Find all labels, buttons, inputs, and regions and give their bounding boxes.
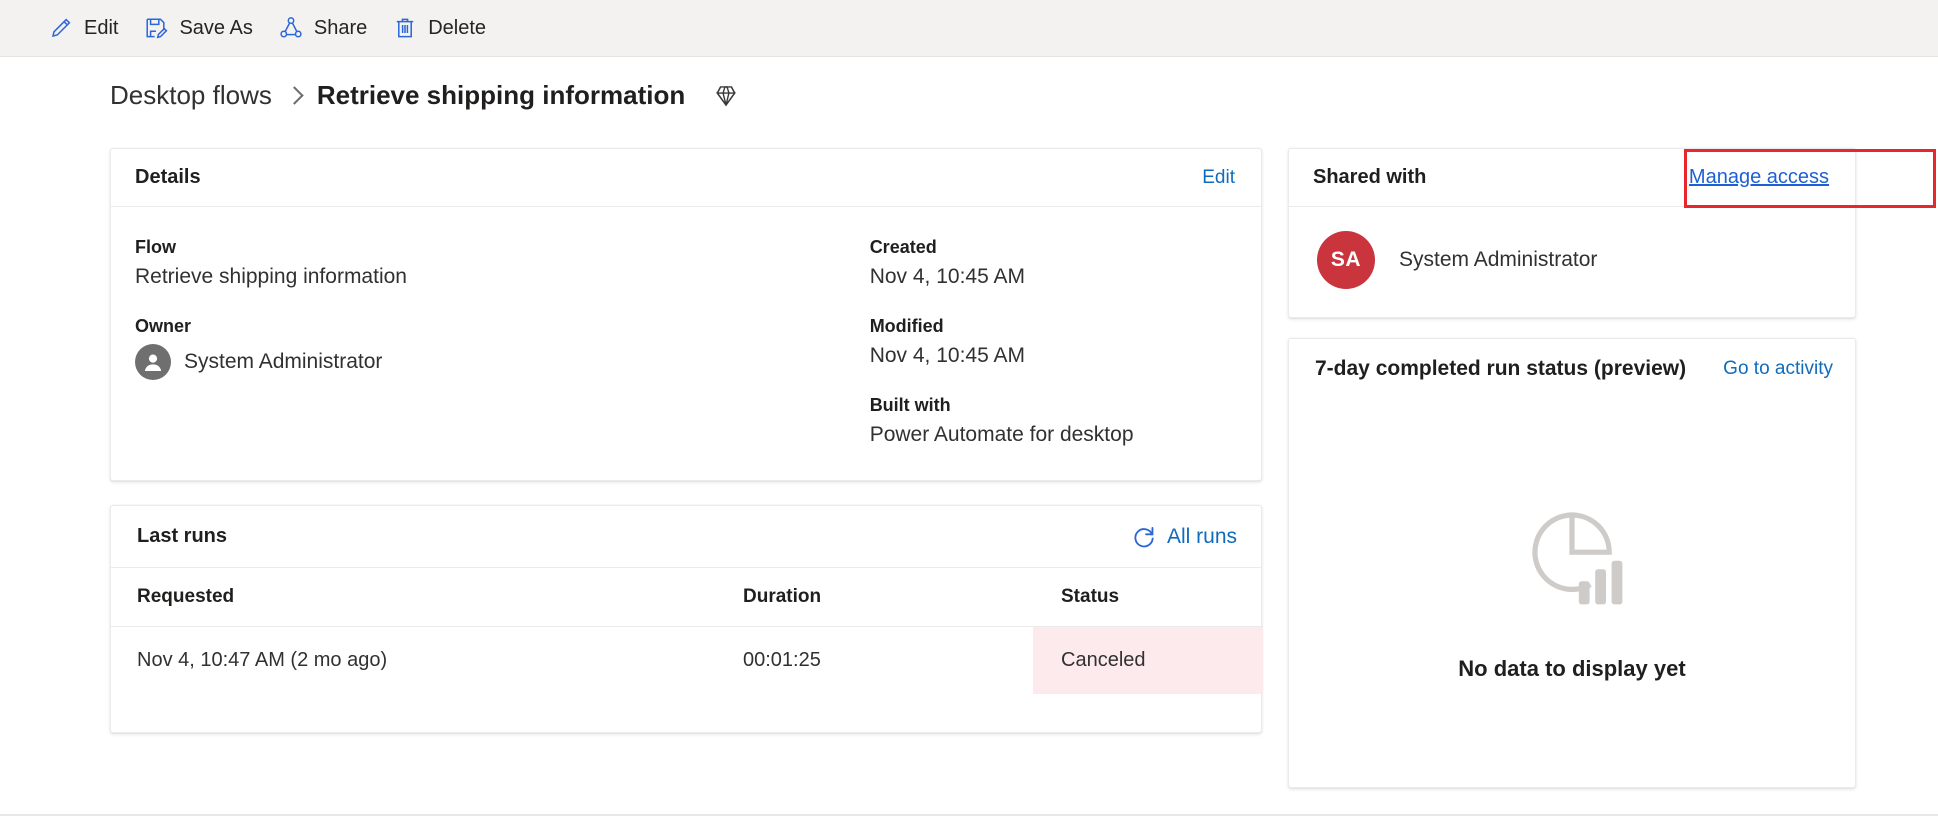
share-button[interactable]: Share [266, 4, 380, 52]
field-owner-value: System Administrator [184, 350, 383, 373]
refresh-icon [1134, 526, 1154, 547]
field-owner: Owner System Administrator [135, 316, 870, 380]
shared-with-card-title: Shared with [1313, 166, 1427, 188]
run-status-card: 7-day completed run status (preview) Go … [1288, 338, 1856, 788]
field-built-with-value: Power Automate for desktop [869, 423, 1134, 446]
details-card: Details Edit Flow Retrieve shipping info… [110, 148, 1262, 481]
all-runs-link[interactable]: All runs [1131, 524, 1237, 550]
last-runs-card-title: Last runs [137, 525, 228, 547]
field-flow-label: Flow [135, 237, 176, 257]
save-as-icon [146, 18, 168, 39]
edit-button[interactable]: Edit [36, 4, 131, 52]
details-card-header: Details Edit [111, 149, 1261, 207]
breadcrumb: Desktop flows Retrieve shipping informat… [110, 80, 739, 111]
run-status-empty-text: No data to display yet [1458, 655, 1686, 681]
details-left-column: Flow Retrieve shipping information Owner… [111, 237, 870, 474]
shared-with-card: Shared with Manage access SA System Admi… [1288, 148, 1856, 318]
field-modified-label: Modified [869, 316, 944, 336]
page-title: Retrieve shipping information [316, 80, 686, 110]
cell-requested: Nov 4, 10:47 AM (2 mo ago) [137, 649, 388, 671]
status-badge: Canceled [1033, 626, 1263, 694]
field-flow: Flow Retrieve shipping information [135, 237, 870, 289]
command-bar: Edit Save As Share Delete [0, 0, 1938, 57]
flow-details-page: Edit Save As Share Delete Desktop flows … [0, 0, 1938, 816]
run-status-empty-state: No data to display yet [1289, 399, 1855, 788]
gem-icon [716, 85, 737, 106]
person-icon [144, 354, 162, 371]
owner-row: System Administrator [135, 344, 870, 380]
column-header-requested: Requested [111, 568, 743, 627]
table-header-row: Requested Duration Status [111, 568, 1263, 627]
delete-button[interactable]: Delete [380, 4, 499, 52]
details-edit-link[interactable]: Edit [1202, 167, 1235, 189]
field-created-label: Created [869, 237, 937, 257]
edit-button-label: Edit [84, 16, 119, 39]
field-owner-label: Owner [135, 316, 192, 336]
chevron-right-icon [285, 86, 304, 105]
cell-duration: 00:01:25 [743, 649, 821, 671]
details-card-body: Flow Retrieve shipping information Owner… [111, 207, 1261, 474]
field-created: Created Nov 4, 10:45 AM [870, 237, 1261, 289]
avatar [135, 344, 171, 380]
column-header-duration: Duration [743, 568, 1033, 627]
field-built-with-label: Built with [869, 395, 951, 415]
pencil-icon [51, 18, 71, 38]
field-created-value: Nov 4, 10:45 AM [869, 265, 1025, 288]
field-modified-value: Nov 4, 10:45 AM [869, 344, 1025, 367]
run-status-card-header: 7-day completed run status (preview) Go … [1289, 339, 1855, 399]
shared-person-name: System Administrator [1399, 248, 1598, 271]
go-to-activity-link[interactable]: Go to activity [1723, 358, 1833, 380]
share-button-label: Share [313, 16, 368, 39]
trash-icon [397, 18, 414, 38]
details-right-column: Created Nov 4, 10:45 AM Modified Nov 4, … [870, 237, 1261, 474]
last-runs-card-header: Last runs All runs [111, 506, 1261, 568]
manage-access-link[interactable]: Manage access [1689, 166, 1829, 189]
save-as-button-label: Save As [179, 16, 253, 39]
save-as-button[interactable]: Save As [131, 4, 265, 52]
field-built-with: Built with Power Automate for desktop [870, 395, 1261, 447]
shared-with-list: SA System Administrator [1289, 207, 1855, 289]
breadcrumb-parent-link[interactable]: Desktop flows [110, 80, 272, 111]
share-icon [280, 17, 302, 38]
table-row[interactable]: Nov 4, 10:47 AM (2 mo ago) 00:01:25 Canc… [111, 626, 1263, 694]
details-card-title: Details [135, 166, 201, 188]
last-runs-card: Last runs All runs Requested Duration St… [110, 505, 1263, 733]
all-runs-link-label: All runs [1166, 524, 1237, 548]
shared-with-card-header: Shared with Manage access [1289, 149, 1855, 207]
run-status-card-title: 7-day completed run status (preview) [1315, 357, 1687, 380]
last-runs-table: Requested Duration Status Nov 4, 10:47 A… [111, 568, 1263, 694]
delete-button-label: Delete [428, 16, 487, 39]
avatar: SA [1317, 231, 1375, 289]
column-header-status: Status [1033, 568, 1263, 627]
field-flow-value: Retrieve shipping information [135, 265, 407, 288]
field-modified: Modified Nov 4, 10:45 AM [870, 316, 1261, 368]
pie-bar-chart-icon [1532, 511, 1623, 604]
